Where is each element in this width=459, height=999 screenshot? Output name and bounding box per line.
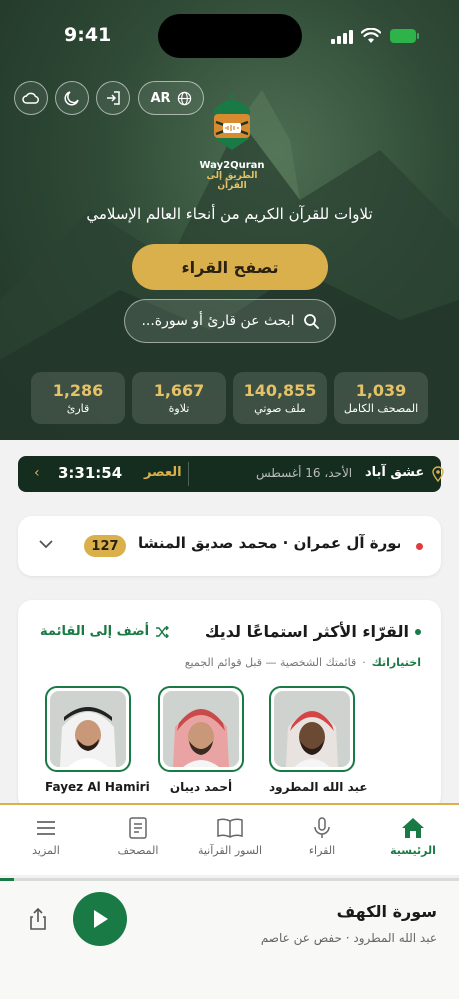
tab-home[interactable]: الرئيسية [367, 817, 459, 857]
play-button[interactable] [73, 892, 127, 946]
status-bar: 9:41 [0, 0, 459, 60]
open-book-icon [217, 818, 243, 838]
login-button[interactable] [96, 81, 130, 115]
tab-label: المصحف [117, 844, 159, 857]
stat-label: المصحف الكامل [343, 402, 419, 415]
picks-description: قائمتك الشخصية — قبل قوائم الجميع [184, 656, 357, 669]
wifi-icon [361, 28, 381, 43]
tab-label: القراء [308, 844, 336, 857]
document-icon [129, 817, 147, 839]
app-logo: Way2Quran الطريق إلى القرآن [196, 88, 268, 191]
stat-label: قارئ [66, 402, 90, 415]
tab-surahs[interactable]: السور القرآنية [184, 817, 276, 857]
add-to-list-label: أضف إلى القائمة [40, 624, 150, 639]
playback-progress-fill [0, 878, 14, 881]
stat-audio-files: 140,855 ملف صوتي [233, 372, 327, 424]
stat-reciters: 1,286 قارئ [31, 372, 125, 424]
reciters-card-subtitle: اختياراتك · قائمتك الشخصية — قبل قوائم ا… [185, 656, 421, 669]
dynamic-island [158, 14, 302, 58]
stat-recitations: 1,667 تلاوة [132, 372, 226, 424]
shuffle-icon [156, 625, 170, 638]
chevron-down-icon[interactable] [38, 536, 54, 552]
reciter-avatar [158, 686, 244, 772]
top-reciters-card: القرّاء الأكثر استماعًا لديك أضف إلى الق… [18, 600, 441, 810]
player-subtitle: عبد الله المطرود · حفص عن عاصم [260, 931, 437, 945]
cloud-icon [22, 92, 39, 104]
browse-reciters-button[interactable]: تصفح القراء [132, 244, 328, 290]
recent-title: سورة آل عمران · محمد صديق المنشا... [138, 534, 400, 552]
reciter-avatar [45, 686, 131, 772]
status-time: 9:41 [64, 24, 112, 46]
tagline: تلاوات للقرآن الكريم من أنحاء العالم الإ… [86, 205, 373, 223]
count-badge: 127 [84, 535, 126, 557]
bullet-dot [415, 628, 421, 635]
prayer-name: العصر [144, 465, 182, 480]
tab-mushaf[interactable]: المصحف [92, 817, 184, 857]
prayer-times-bar[interactable]: ‹ 3:31:54 العصر الأحد، 16 أغسطس عشق آباد [18, 456, 444, 492]
player-title: سورة الكهف [336, 902, 437, 921]
prayer-countdown: 3:31:54 [58, 464, 123, 482]
reciters-card-header: القرّاء الأكثر استماعًا لديك [205, 622, 421, 641]
reciter-name: أحمد ديبان [169, 780, 233, 794]
separator-dot: · [362, 656, 366, 669]
share-icon[interactable] [28, 908, 48, 930]
logo-text-en: Way2Quran [199, 160, 265, 171]
tab-reciters[interactable]: القراء [276, 817, 368, 857]
tab-more[interactable]: المزيد [0, 817, 92, 857]
search-input[interactable]: ابحث عن قارئ أو سورة... [124, 299, 336, 343]
battery-charging-icon [390, 29, 419, 43]
home-icon [402, 818, 424, 838]
menu-icon [37, 821, 55, 835]
add-to-list-link[interactable]: أضف إلى القائمة [40, 624, 170, 639]
reciter-photo [163, 691, 239, 767]
search-placeholder: ابحث عن قارئ أو سورة... [141, 313, 295, 329]
play-icon [94, 910, 108, 928]
reciter-avatar [269, 686, 355, 772]
stat-value: 1,667 [153, 381, 205, 400]
bottom-tab-bar: الرئيسية القراء السور القرآنية المصحف ال… [0, 803, 459, 875]
tab-label: الرئيسية [390, 844, 436, 857]
login-icon [107, 91, 120, 105]
language-button[interactable]: AR [138, 81, 204, 115]
reciter-card[interactable]: عبد الله المطرود [269, 686, 368, 794]
reciter-photo [274, 691, 350, 767]
picks-label: اختياراتك [371, 656, 421, 669]
playback-progress-track[interactable] [0, 878, 459, 881]
dark-mode-button[interactable] [55, 81, 89, 115]
reciter-name: عبد الله المطرود [269, 780, 368, 794]
language-label: AR [150, 90, 171, 106]
chevron-left-icon: ‹ [34, 465, 40, 481]
tab-label: المزيد [32, 844, 60, 857]
stat-label: تلاوة [168, 402, 190, 415]
microphone-icon [314, 817, 330, 838]
live-dot [416, 543, 423, 550]
reciters-card-title: القرّاء الأكثر استماعًا لديك [204, 622, 409, 641]
globe-icon [177, 91, 191, 105]
stat-full-mushaf: 1,039 المصحف الكامل [334, 372, 428, 424]
reciter-name: Fayez Al Hamiri [45, 780, 150, 794]
stat-value: 1,039 [355, 381, 407, 400]
reciter-card[interactable]: Fayez Al Hamiri [45, 686, 150, 794]
stat-value: 140,855 [243, 381, 317, 400]
prayer-city: عشق آباد [365, 465, 425, 480]
recent-listening-card[interactable]: 127 سورة آل عمران · محمد صديق المنشا... [18, 516, 441, 576]
location-pin-icon [432, 466, 444, 482]
hero-section: 9:41 AR Way2Quran الطريق إلى القرآن تلاو… [0, 0, 459, 440]
prayer-date: الأحد، 16 أغسطس [256, 466, 353, 480]
cloud-button[interactable] [14, 81, 48, 115]
search-icon [303, 314, 319, 329]
divider [188, 462, 189, 486]
logo-emblem [214, 92, 250, 150]
cellular-signal-icon [331, 30, 353, 44]
reciter-photo [50, 691, 126, 767]
mini-player[interactable]: سورة الكهف عبد الله المطرود · حفص عن عاص… [0, 878, 459, 999]
stat-value: 1,286 [52, 381, 104, 400]
tab-label: السور القرآنية [197, 844, 263, 857]
stat-label: ملف صوتي [254, 402, 306, 415]
reciter-card[interactable]: أحمد ديبان [158, 686, 244, 794]
moon-icon [64, 91, 79, 106]
logo-text-ar: الطريق إلى القرآن [206, 171, 258, 191]
